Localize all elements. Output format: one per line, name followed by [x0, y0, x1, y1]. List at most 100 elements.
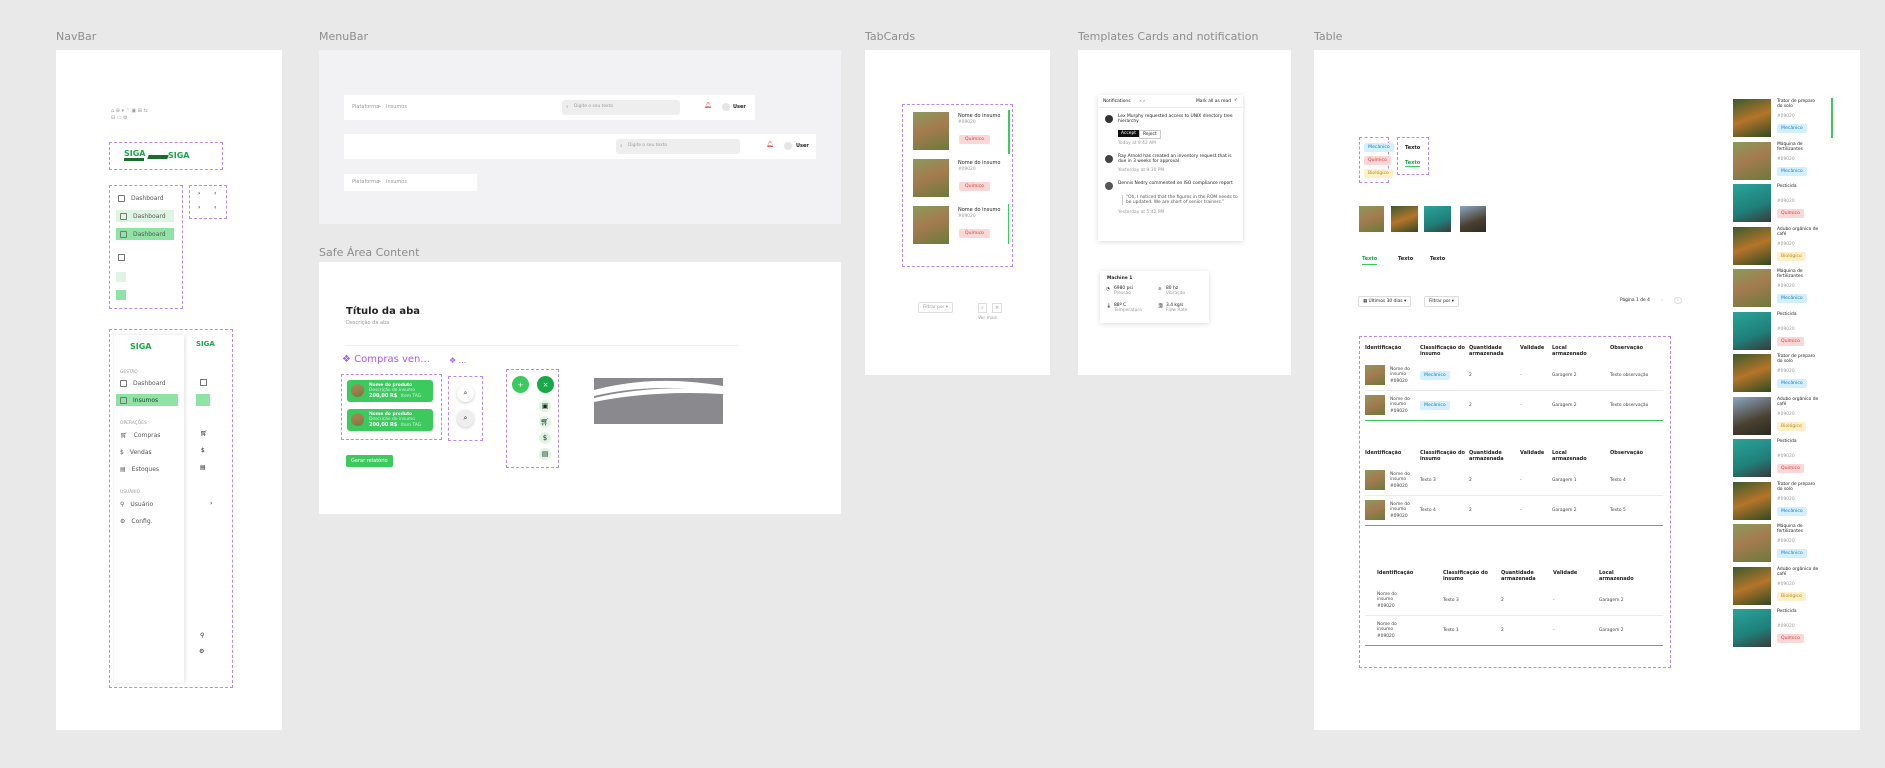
gear-icon[interactable]: ⚙: [199, 648, 204, 655]
side-list-item[interactable]: Trator de preparo do solo #09020 Mecânico: [1733, 481, 1833, 521]
active-indicator: [1831, 98, 1833, 138]
footer-link[interactable]: Ver mais: [978, 316, 997, 321]
user-label[interactable]: User: [733, 104, 746, 110]
side-list-item[interactable]: Pesticida #09020 Químico: [1733, 438, 1833, 478]
tabcard[interactable]: Nome do insumo #09020 Químico: [911, 110, 1011, 154]
chevron-right-icon[interactable]: ›: [198, 204, 200, 211]
notification-text: Lex Murphy requested access to UNIX dire…: [1118, 114, 1233, 124]
filter-dropdown[interactable]: Filtrar por ▾: [918, 302, 953, 313]
tab-1[interactable]: Texto: [1362, 256, 1378, 265]
search-input[interactable]: ⌕ Digite o seu texto: [616, 139, 740, 154]
tab-text[interactable]: Texto: [1405, 145, 1420, 151]
dashboard-icon-collapsed[interactable]: [118, 254, 125, 261]
tabcard[interactable]: Nome do insumo #09020 Químico: [911, 157, 1011, 201]
side-list-item[interactable]: Trator de preparo do solo #09020 Mecânico: [1733, 98, 1833, 138]
nav-item-default[interactable]: Dashboard: [118, 192, 164, 204]
sidebar-item-config[interactable]: ⚙ Config.: [120, 515, 153, 527]
dashboard-icon-active[interactable]: [116, 290, 126, 300]
bell-icon[interactable]: 🔔︎: [704, 102, 712, 109]
insumo-name: Máquina de fertilizantes: [1777, 269, 1803, 279]
dollar-icon[interactable]: $: [539, 432, 551, 444]
product-image: [351, 384, 364, 397]
chevron-right-icon[interactable]: ›: [198, 190, 200, 197]
side-list-item[interactable]: Pesticida #09020 Químico: [1733, 183, 1833, 223]
check-icon[interactable]: ✓: [1234, 98, 1238, 103]
breadcrumb-current[interactable]: Insumos: [386, 104, 407, 110]
warehouse-icon[interactable]: ▤: [539, 448, 551, 460]
product-card[interactable]: Nome do produto Descrição do insumo 200,…: [347, 380, 433, 402]
side-list-item[interactable]: Adubo orgânico de café #09020 Biológico: [1733, 226, 1833, 266]
avatar[interactable]: [722, 103, 730, 111]
side-list-item[interactable]: Pesticida #09020 Químico: [1733, 608, 1833, 648]
prev-page-icon[interactable]: ‹: [1661, 298, 1663, 303]
generate-report-button[interactable]: Gerar relatório: [346, 455, 393, 467]
search-icon[interactable]: ⌕: [978, 303, 987, 313]
sidebar-item-usuario[interactable]: ⚲ Usuário: [120, 498, 153, 510]
side-list-item[interactable]: Trator de preparo do solo #09020 Mecânico: [1733, 353, 1833, 393]
zoom-icon[interactable]: ⌕: [457, 410, 474, 427]
chevron-left-icon[interactable]: ‹: [214, 190, 216, 197]
tab-3[interactable]: Texto: [1430, 256, 1445, 262]
tabcard[interactable]: Nome do insumo #09020 Químico: [911, 204, 1011, 248]
dashboard-icon[interactable]: [200, 379, 207, 386]
machine-title: Machine 1: [1107, 276, 1133, 281]
product-card[interactable]: Nome do produto Descrição do insumo 200,…: [347, 409, 433, 431]
user-label[interactable]: User: [796, 143, 809, 149]
chevron-left-icon[interactable]: ‹: [214, 204, 216, 211]
insumo-name: Nome do insumo: [958, 160, 1001, 166]
breadcrumb-root[interactable]: Plataforma: [352, 104, 379, 110]
insumo-image: [913, 112, 949, 150]
active-indicator: [1008, 204, 1009, 244]
accept-button[interactable]: Accept: [1118, 130, 1139, 137]
search-icon: ⌕: [620, 144, 623, 149]
warehouse-icon[interactable]: ▤: [200, 464, 206, 471]
dollar-icon[interactable]: $: [201, 447, 205, 454]
reject-button[interactable]: Reject: [1139, 130, 1161, 139]
sidebar-item-dashboard[interactable]: Dashboard: [120, 377, 166, 389]
side-list-item[interactable]: Máquina de fertilizantes #09020 Mecânico: [1733, 523, 1833, 563]
chevron-right-icon[interactable]: ›: [210, 500, 212, 507]
breadcrumb-current[interactable]: Insumos: [386, 179, 407, 185]
nav-item-hover[interactable]: Dashboard: [116, 210, 174, 222]
bell-icon[interactable]: 🔔︎: [766, 141, 774, 148]
tab-2[interactable]: Texto: [1398, 256, 1413, 262]
zoom-icon[interactable]: ⌕: [457, 385, 474, 402]
table-header: Observação: [1610, 345, 1644, 351]
frame-title-tabcards: TabCards: [865, 30, 916, 43]
side-list-item[interactable]: Máquina de fertilizantes #09020 Mecânico: [1733, 141, 1833, 181]
cart-icon[interactable]: 🛒︎: [200, 430, 208, 437]
tab-text-active[interactable]: Texto: [1405, 160, 1421, 167]
close-icon[interactable]: ×: [537, 376, 554, 393]
filter-dropdown[interactable]: Filtrar por ▾: [1424, 296, 1459, 307]
tab-chevrons[interactable]: ‹ ›: [1140, 99, 1145, 104]
date-filter-dropdown[interactable]: ▦ Últimos 30 dias ▾: [1358, 296, 1412, 307]
dashboard-icon[interactable]: ▣: [539, 400, 551, 412]
dashboard-icon-hover[interactable]: [116, 272, 126, 282]
avatar[interactable]: [784, 142, 792, 150]
user-icon[interactable]: ⚲: [200, 632, 204, 639]
insumo-code: #09020: [958, 167, 976, 172]
side-list-item[interactable]: Máquina de fertilizantes #09020 Mecânico: [1733, 268, 1833, 308]
insumo-image: [1733, 566, 1771, 605]
nav-item-active[interactable]: Dashboard: [116, 228, 174, 240]
side-list-item[interactable]: Adubo orgânico de café #09020 Biológico: [1733, 396, 1833, 436]
add-icon[interactable]: +: [512, 376, 529, 393]
breadcrumb-root[interactable]: Plataforma: [352, 179, 379, 185]
sidebar-item-insumos[interactable]: Insumos: [116, 394, 178, 406]
table-header: Validade: [1553, 570, 1578, 576]
close-icon[interactable]: ×: [992, 303, 1003, 313]
next-page-icon[interactable]: ›: [1674, 297, 1682, 304]
mark-all-read[interactable]: Mark all as read: [1196, 99, 1231, 104]
insumo-tag: Químico: [959, 135, 990, 144]
machine-card[interactable]: Machine 1 ◔ 6980 psi Pressão ≋ 80 hz Vibra…: [1100, 271, 1209, 323]
table-header: Classificação do insumo: [1443, 570, 1488, 582]
box-icon-active[interactable]: [196, 394, 210, 406]
cart-icon[interactable]: 🛒︎: [539, 416, 551, 428]
sidebar-item-vendas[interactable]: $ Vendas: [120, 446, 152, 458]
side-list-item[interactable]: Adubo orgânico de café #09020 Biológico: [1733, 566, 1833, 606]
side-list-item[interactable]: Pesticida #09020 Químico: [1733, 311, 1833, 351]
insumo-code: #09020: [1777, 199, 1795, 204]
search-input[interactable]: ⌕ Digite o seu texto: [562, 100, 680, 115]
sidebar-item-compras[interactable]: 🛒︎ Compras: [120, 429, 160, 441]
sidebar-item-estoques[interactable]: ▤ Estoques: [120, 463, 159, 475]
